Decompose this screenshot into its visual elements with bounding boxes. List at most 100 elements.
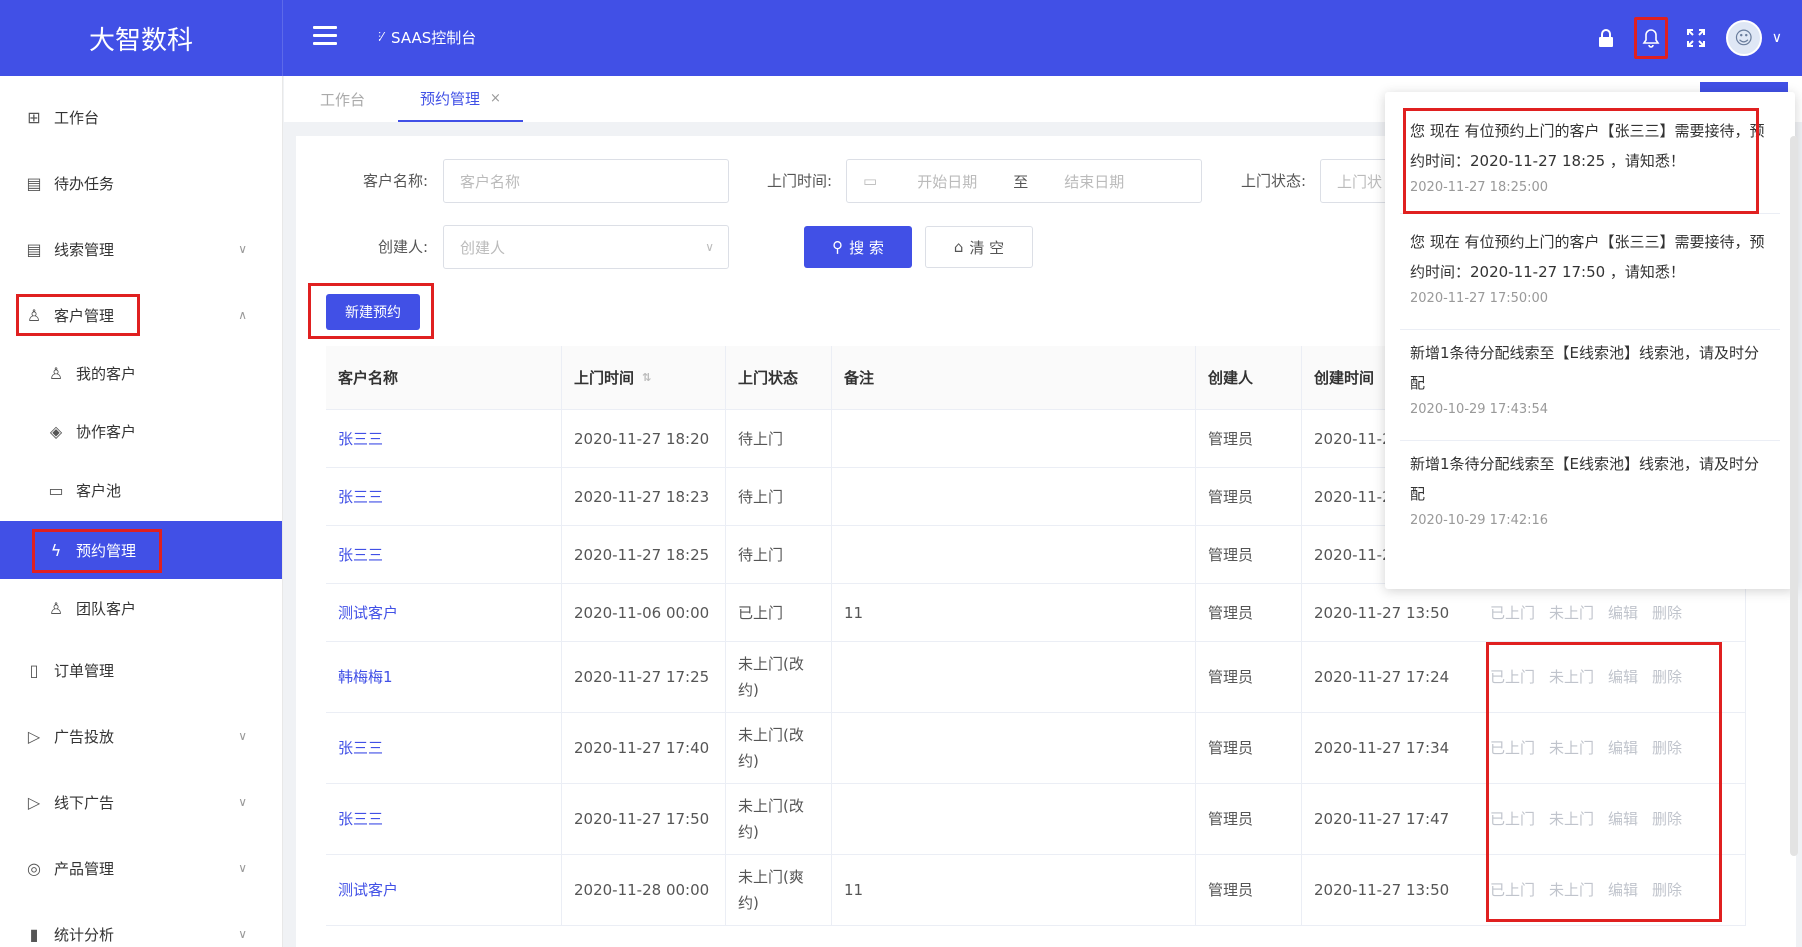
mark-not-visited-button[interactable]: 未上门	[1549, 735, 1594, 761]
table-cell: 管理员	[1196, 526, 1302, 583]
mark-visited-button[interactable]: 已上门	[1490, 877, 1535, 903]
collab-icon: ◈	[49, 421, 63, 441]
lock-icon[interactable]	[1586, 18, 1626, 58]
avatar[interactable]: ☺	[1725, 20, 1762, 56]
new-appointment-button[interactable]: 新建预约	[326, 294, 420, 330]
sidebar-item-orders[interactable]: ▯ 订单管理	[0, 641, 282, 699]
sidebar-item-dashboard[interactable]: ⊞ 工作台	[0, 88, 282, 146]
table-cell: 管理员	[1196, 410, 1302, 467]
customer-name-link[interactable]: 测试客户	[326, 584, 562, 641]
row-actions: 已上门 未上门 编辑 删除	[1490, 877, 1682, 903]
fullscreen-icon[interactable]	[1676, 18, 1716, 58]
bell-icon[interactable]	[1633, 17, 1668, 59]
sidebar-item-stats[interactable]: ▮ 统计分析 ∨	[0, 905, 282, 947]
sidebar-item-my-customers[interactable]: ♙ 我的客户	[0, 344, 282, 402]
notification-item[interactable]: 新增1条待分配线索至【E线索池】线索池，请及时分配 2020-10-29 17:…	[1400, 330, 1780, 441]
table-cell: 管理员	[1196, 784, 1302, 854]
delete-button[interactable]: 删除	[1652, 600, 1682, 626]
sidebar-item-ads[interactable]: ▷ 广告投放 ∨	[0, 707, 282, 765]
row-actions: 已上门 未上门 编辑 删除	[1490, 600, 1682, 626]
customer-name-link[interactable]: 韩梅梅1	[326, 642, 562, 712]
mark-not-visited-button[interactable]: 未上门	[1549, 600, 1594, 626]
table-cell: 2020-11-27 18:25	[562, 526, 726, 583]
tab-label: 工作台	[320, 90, 366, 109]
sidebar-item-collab-customers[interactable]: ◈ 协作客户	[0, 402, 282, 460]
team-icon: ♙	[48, 598, 64, 618]
scrollbar[interactable]	[1790, 136, 1798, 856]
offline-ad-icon: ▷	[27, 792, 41, 812]
customer-name-link[interactable]: 张三三	[326, 526, 562, 583]
notification-item[interactable]: 您 现在 有位预约上门的客户【张三三】需要接待，预约时间：2020-11-27 …	[1400, 219, 1780, 330]
customer-name-label: 客户名称:	[362, 172, 428, 190]
mark-visited-button[interactable]: 已上门	[1490, 664, 1535, 690]
notification-text: 您 现在 有位预约上门的客户【张三三】需要接待，预约时间：2020-11-27 …	[1410, 233, 1765, 281]
date-range-input[interactable]: ▭ 开始日期 至 结束日期	[846, 159, 1202, 203]
column-header: 备注	[832, 346, 1196, 409]
search-button[interactable]: ⚲ 搜 索	[804, 226, 912, 268]
chevron-down-icon: ∨	[238, 795, 247, 809]
mark-visited-button[interactable]: 已上门	[1490, 735, 1535, 761]
delete-button[interactable]: 删除	[1652, 664, 1682, 690]
notification-text: 新增1条待分配线索至【E线索池】线索池，请及时分配	[1410, 455, 1760, 503]
customer-name-link[interactable]: 张三三	[326, 784, 562, 854]
edit-button[interactable]: 编辑	[1608, 806, 1638, 832]
customer-name-link[interactable]: 张三三	[326, 713, 562, 783]
sidebar-item-label: 客户池	[76, 481, 122, 500]
mark-visited-button[interactable]: 已上门	[1490, 806, 1535, 832]
clear-button[interactable]: ⌂ 清 空	[925, 226, 1033, 268]
customer-name-link[interactable]: 张三三	[326, 468, 562, 525]
chevron-down-icon[interactable]: ∨	[1772, 30, 1782, 46]
mark-not-visited-button[interactable]: 未上门	[1549, 664, 1594, 690]
chevron-down-icon: ∨	[705, 240, 714, 254]
edit-button[interactable]: 编辑	[1608, 877, 1638, 903]
sidebar-item-appointments[interactable]: ϟ 预约管理	[0, 521, 282, 579]
customer-name-input[interactable]: 客户名称	[443, 159, 729, 203]
sidebar-item-offline-ads[interactable]: ▷ 线下广告 ∨	[0, 773, 282, 831]
console-title-text: SAAS控制台	[391, 29, 477, 47]
table-row: 测试客户 2020-11-06 00:00 已上门 11 管理员 2020-11-27 1…	[326, 584, 1746, 642]
tab-dashboard[interactable]: 工作台	[298, 76, 387, 122]
mark-not-visited-button[interactable]: 未上门	[1549, 806, 1594, 832]
start-date-placeholder: 开始日期	[917, 172, 978, 191]
tab-label: 预约管理	[420, 89, 481, 108]
delete-button[interactable]: 删除	[1652, 735, 1682, 761]
mark-visited-button[interactable]: 已上门	[1490, 600, 1535, 626]
dashboard-icon: ⊞	[27, 107, 41, 127]
sidebar-item-team-customers[interactable]: ♙ 团队客户	[0, 579, 282, 637]
sidebar-item-label: 订单管理	[54, 661, 115, 680]
table-cell: 未上门(改约)	[726, 784, 832, 854]
customer-name-link[interactable]: 测试客户	[326, 855, 562, 925]
visit-status-select[interactable]: 上门状	[1320, 159, 1390, 203]
delete-button[interactable]: 删除	[1652, 877, 1682, 903]
tab-appointments[interactable]: 预约管理 ×	[398, 76, 523, 122]
customer-name-link[interactable]: 张三三	[326, 410, 562, 467]
visit-time-label: 上门时间:	[766, 172, 832, 190]
column-header[interactable]: 上门时间 ⇅	[562, 346, 726, 409]
mark-not-visited-button[interactable]: 未上门	[1549, 877, 1594, 903]
sidebar-item-clues[interactable]: ▤ 线索管理 ∨	[0, 220, 282, 278]
table-cell: 管理员	[1196, 855, 1302, 925]
delete-button[interactable]: 删除	[1652, 806, 1682, 832]
notification-item[interactable]: 您 现在 有位预约上门的客户【张三三】需要接待，预约时间：2020-11-27 …	[1400, 108, 1780, 214]
visit-status-placeholder: 上门状	[1337, 172, 1383, 191]
creator-select[interactable]: 创建人 ∨	[443, 225, 729, 269]
sidebar-item-tasks[interactable]: ▤ 待办任务	[0, 154, 282, 212]
menu-toggle-icon[interactable]	[313, 26, 337, 46]
sidebar-item-customers[interactable]: ♙ 客户管理 ∧	[0, 286, 282, 344]
edit-button[interactable]: 编辑	[1608, 735, 1638, 761]
chevron-down-icon: ∨	[238, 729, 247, 743]
table-cell: 管理员	[1196, 713, 1302, 783]
sidebar-item-products[interactable]: ◎ 产品管理 ∨	[0, 839, 282, 897]
table-cell: 未上门(改约)	[726, 713, 832, 783]
edit-button[interactable]: 编辑	[1608, 664, 1638, 690]
column-header: 客户名称	[326, 346, 562, 409]
sidebar-item-customer-pool[interactable]: ▭ 客户池	[0, 461, 282, 519]
edit-button[interactable]: 编辑	[1608, 600, 1638, 626]
created-time: 2020-11-27 17:34	[1314, 739, 1450, 757]
sort-icon[interactable]: ⇅	[642, 365, 651, 391]
table-cell: 2020-11-27 17:50	[562, 784, 726, 854]
notification-item[interactable]: 新增1条待分配线索至【E线索池】线索池，请及时分配 2020-10-29 17:…	[1400, 441, 1780, 552]
table-cell: 11	[832, 584, 1196, 641]
table-cell: 2020-11-27 17:25	[562, 642, 726, 712]
close-icon[interactable]: ×	[490, 91, 501, 106]
